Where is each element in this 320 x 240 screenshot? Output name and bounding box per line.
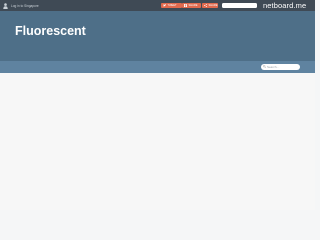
tweet-button[interactable]: TWEET bbox=[161, 3, 182, 8]
login-link[interactable]: Log in to Singapore bbox=[3, 2, 39, 9]
brand-logo[interactable]: netboard.me bbox=[263, 1, 306, 10]
dice-icon[interactable] bbox=[233, 4, 237, 17]
twitter-icon bbox=[163, 4, 166, 7]
share-icon bbox=[204, 4, 207, 7]
search-bar-strip bbox=[0, 61, 315, 73]
tweet-label: TWEET bbox=[167, 4, 177, 7]
share-button[interactable]: SHARE bbox=[202, 3, 218, 8]
facebook-share-button[interactable]: SHARE bbox=[182, 3, 201, 8]
page-title: Fluorescent bbox=[15, 24, 86, 38]
board-content bbox=[0, 73, 315, 210]
facebook-icon bbox=[184, 4, 187, 7]
search-box[interactable] bbox=[261, 63, 300, 70]
board-header: Fluorescent bbox=[0, 11, 315, 61]
board-tools bbox=[222, 3, 257, 17]
top-bar: Log in to Singapore TWEET SHARE SHARE ne… bbox=[0, 0, 315, 17]
user-icon bbox=[3, 2, 8, 9]
expand-icon[interactable] bbox=[249, 4, 254, 17]
search-input[interactable] bbox=[266, 64, 299, 69]
sign-in-icon[interactable] bbox=[305, 3, 310, 16]
eye-icon[interactable] bbox=[241, 4, 246, 16]
share-label: SHARE bbox=[208, 4, 218, 7]
facebook-share-label: SHARE bbox=[188, 4, 198, 7]
login-text: Log in to Singapore bbox=[11, 3, 39, 8]
info-icon[interactable] bbox=[225, 4, 229, 17]
